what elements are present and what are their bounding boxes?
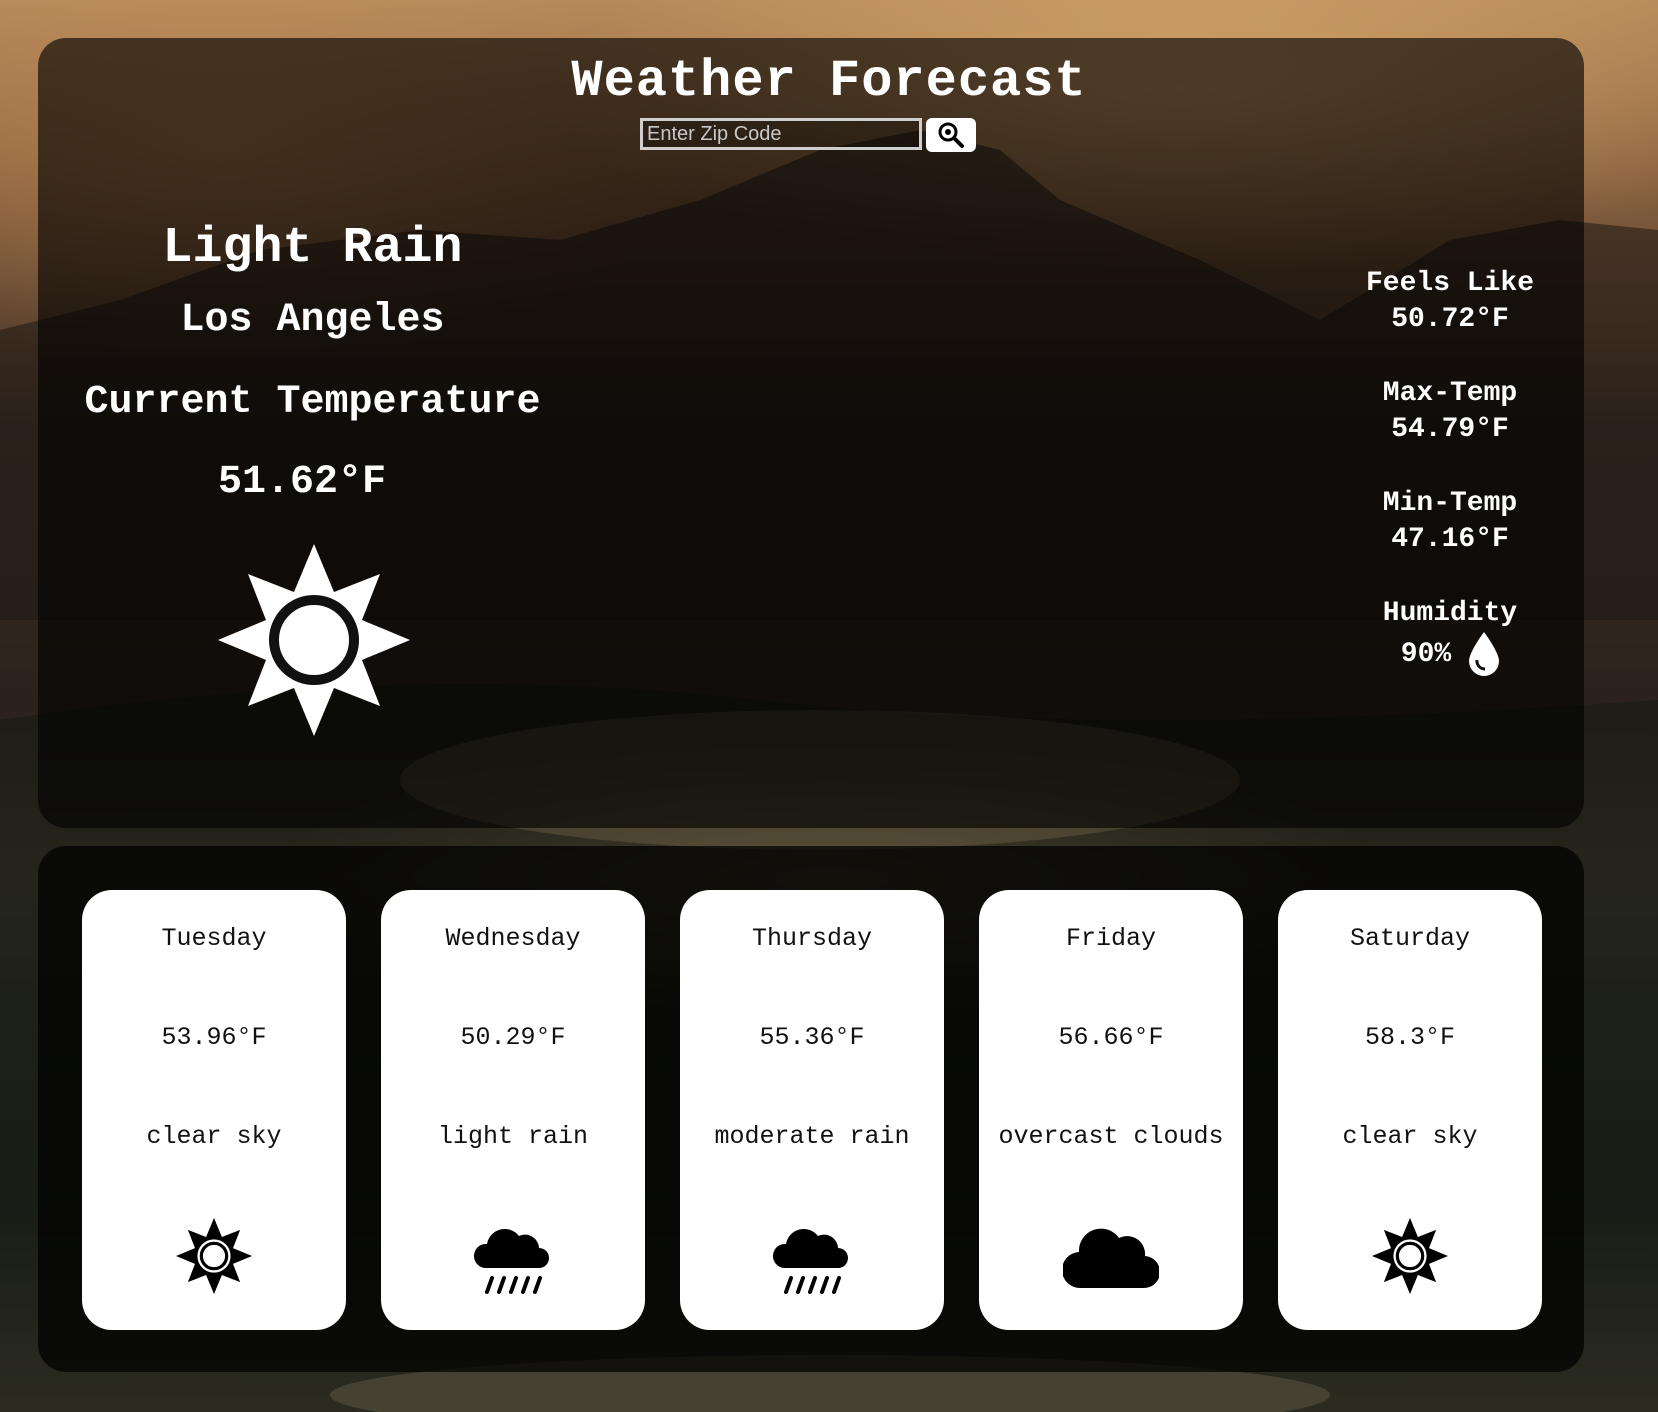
magnifier-icon	[938, 122, 964, 148]
forecast-temp: 55.36°F	[759, 1023, 865, 1052]
forecast-day: Saturday	[1349, 924, 1471, 953]
forecast-temp: 58.3°F	[1364, 1023, 1455, 1052]
current-condition: Light Rain	[162, 220, 463, 277]
water-drop-icon	[1469, 632, 1500, 676]
humidity-label: Humidity	[1382, 598, 1518, 629]
min-temp-label: Min-Temp	[1382, 488, 1518, 519]
current-temperature-label: Current Temperature	[84, 380, 541, 425]
min-temp-value: 47.16°F	[1391, 524, 1509, 555]
forecast-temp: 53.96°F	[161, 1023, 267, 1052]
humidity-row: 90%	[1330, 632, 1570, 676]
forecast-temp: 50.29°F	[460, 1023, 566, 1052]
humidity-value: 90%	[1400, 638, 1452, 670]
forecast-day: Thursday	[751, 924, 873, 953]
forecast-desc: overcast clouds	[998, 1122, 1224, 1151]
forecast-desc: moderate rain	[714, 1122, 910, 1151]
rain-cloud-icon	[473, 1228, 549, 1294]
zip-code-input[interactable]	[640, 118, 922, 150]
forecast-card-thursday[interactable]: Thursday 55.36°F moderate rain	[680, 890, 944, 1330]
max-temp-value: 54.79°F	[1391, 414, 1509, 445]
forecast-temp: 56.66°F	[1058, 1023, 1164, 1052]
feels-like-label: Feels Like	[1365, 268, 1535, 299]
city-name: Los Angeles	[180, 298, 445, 343]
search-button[interactable]	[926, 118, 976, 152]
page-title: Weather Forecast	[571, 52, 1087, 111]
cloud-icon	[1063, 1228, 1159, 1289]
current-temperature-value: 51.62°F	[217, 460, 387, 505]
search-bar	[640, 118, 976, 156]
rain-cloud-icon	[772, 1228, 848, 1294]
forecast-day: Tuesday	[161, 924, 267, 953]
forecast-desc: light rain	[437, 1122, 589, 1151]
forecast-card-tuesday[interactable]: Tuesday 53.96°F clear sky	[82, 890, 346, 1330]
max-temp-label: Max-Temp	[1382, 378, 1518, 409]
forecast-card-friday[interactable]: Friday 56.66°F overcast clouds	[979, 890, 1243, 1330]
forecast-desc: clear sky	[1342, 1122, 1478, 1151]
forecast-day: Wednesday	[445, 924, 581, 953]
forecast-day: Friday	[1065, 924, 1156, 953]
sun-icon	[1372, 1218, 1448, 1294]
sun-icon	[218, 544, 410, 736]
forecast-desc: clear sky	[146, 1122, 282, 1151]
forecast-card-saturday[interactable]: Saturday 58.3°F clear sky	[1278, 890, 1542, 1330]
feels-like-value: 50.72°F	[1391, 304, 1509, 335]
forecast-card-wednesday[interactable]: Wednesday 50.29°F light rain	[381, 890, 645, 1330]
sun-icon	[176, 1218, 252, 1294]
